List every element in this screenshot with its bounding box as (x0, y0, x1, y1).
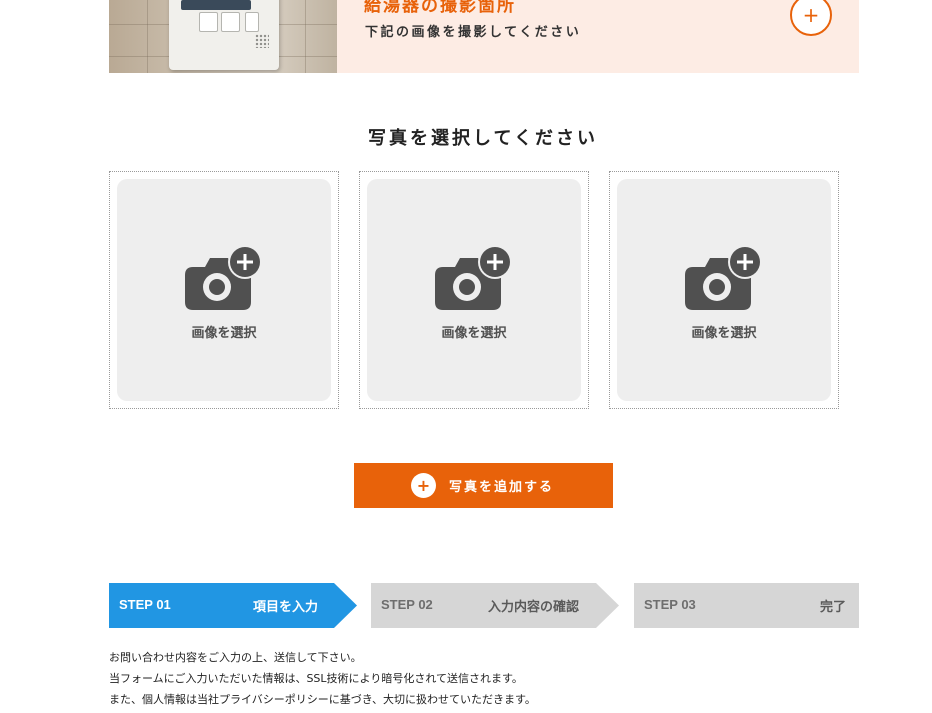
step-3-indicator: STEP 03 完了 (634, 583, 859, 628)
step-3-label: 完了 (820, 599, 847, 614)
step-2-label: 入力内容の確認 (488, 599, 580, 614)
step-1-number: STEP 01 (119, 597, 171, 612)
add-photo-label: 写真を追加する (449, 480, 555, 495)
step-1-label: 項目を入力 (253, 599, 319, 614)
photo-select-button-2[interactable]: 画像を選択 (367, 179, 581, 401)
step-3-number: STEP 03 (644, 597, 696, 612)
note-line-3: また、個人情報は当社プライバシーポリシーに基づき、大切に扱わせていただきます。 (109, 693, 536, 706)
camera-location-banner[interactable]: 給湯器の撮影箇所 下記の画像を撮影してください + (109, 0, 859, 73)
camera-plus-icon (185, 245, 262, 310)
note-line-1: お問い合わせ内容をご入力の上、送信して下さい。 (109, 651, 362, 664)
step-1-indicator: STEP 01 項目を入力 (109, 583, 357, 628)
water-heater-remote-image (169, 0, 279, 70)
banner-title: 給湯器の撮影箇所 (364, 0, 516, 16)
photo-slot-1: 画像を選択 (109, 171, 339, 409)
photo-slot-3: 画像を選択 (609, 171, 839, 409)
banner-subtitle: 下記の画像を撮影してください (365, 25, 582, 40)
step-2-indicator: STEP 02 入力内容の確認 (371, 583, 619, 628)
note-line-2: 当フォームにご入力いただいた情報は、SSL技術により暗号化されて送信されます。 (109, 672, 523, 685)
select-image-label: 画像を選択 (691, 326, 757, 341)
select-image-label: 画像を選択 (441, 326, 507, 341)
camera-plus-icon (435, 245, 512, 310)
plus-icon: + (802, 3, 820, 27)
plus-circle-icon: + (411, 473, 436, 498)
form-notes: お問い合わせ内容をご入力の上、送信して下さい。 当フォームにご入力いただいた情報… (109, 650, 849, 713)
photo-slot-2: 画像を選択 (359, 171, 589, 409)
select-image-label: 画像を選択 (191, 326, 257, 341)
photo-section-title: 写真を選択してください (368, 128, 598, 149)
photo-select-button-1[interactable]: 画像を選択 (117, 179, 331, 401)
photo-select-button-3[interactable]: 画像を選択 (617, 179, 831, 401)
step-2-number: STEP 02 (381, 597, 433, 612)
camera-plus-icon (685, 245, 762, 310)
water-heater-photo (109, 0, 337, 73)
banner-expand-button[interactable]: + (790, 0, 832, 36)
add-photo-button[interactable]: + 写真を追加する (354, 463, 613, 508)
